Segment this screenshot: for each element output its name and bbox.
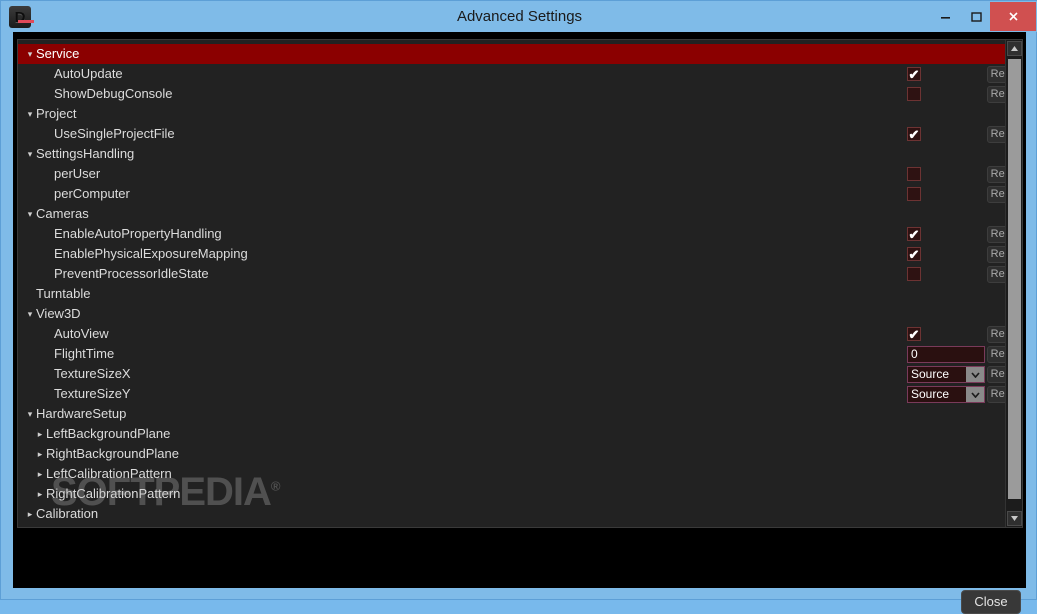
scroll-up-button[interactable] — [1007, 41, 1022, 56]
checkmark-icon: ✔ — [908, 246, 920, 262]
settings-row[interactable]: EnablePhysicalExposureMapping✔Reset — [18, 244, 1022, 264]
chevron-right-icon[interactable]: ▸ — [34, 464, 46, 484]
settings-row-label: UseSingleProjectFile — [54, 126, 175, 141]
settings-row-label: EnableAutoPropertyHandling — [54, 226, 222, 241]
scroll-down-button[interactable] — [1007, 511, 1022, 526]
chevron-right-icon[interactable]: ▸ — [34, 424, 46, 444]
settings-dropdown-value: Source — [911, 387, 950, 401]
settings-row[interactable]: TextureSizeYSourceReset — [18, 384, 1022, 404]
maximize-button[interactable] — [961, 2, 992, 31]
chevron-down-icon[interactable] — [966, 367, 984, 382]
chevron-down-icon[interactable]: ▾ — [24, 304, 36, 324]
settings-row-label: SettingsHandling — [36, 146, 135, 161]
settings-row[interactable]: ▾ SettingsHandling — [18, 144, 1006, 164]
settings-checkbox[interactable]: ✔ — [907, 327, 921, 341]
checkmark-icon: ✔ — [908, 226, 920, 242]
settings-row-label: Project — [36, 106, 77, 121]
chevron-right-icon[interactable]: ▸ — [34, 444, 46, 464]
settings-checkbox[interactable]: ✔ — [907, 247, 921, 261]
checkmark-icon: ✔ — [908, 326, 920, 342]
settings-row[interactable]: ▸ Calibration — [18, 504, 1006, 524]
settings-row[interactable]: AutoUpdate✔Reset — [18, 64, 1022, 84]
settings-dropdown-value: Source — [911, 367, 950, 381]
settings-row[interactable]: ▾ HardwareSetup — [18, 404, 1006, 424]
chevron-down-icon[interactable]: ▾ — [24, 44, 36, 64]
minimize-button[interactable] — [930, 2, 961, 31]
settings-row[interactable]: Turntable — [18, 284, 1006, 304]
settings-row[interactable]: TextureSizeXSourceReset — [18, 364, 1022, 384]
checkmark-icon: ✔ — [908, 66, 920, 82]
settings-row[interactable]: UseSingleProjectFile✔Reset — [18, 124, 1022, 144]
title-bar[interactable]: D Advanced Settings — [1, 1, 1037, 32]
settings-checkbox[interactable] — [907, 267, 921, 281]
close-icon — [1008, 12, 1018, 21]
settings-row[interactable]: ▾ Project — [18, 104, 1006, 124]
chevron-down-icon[interactable]: ▾ — [24, 104, 36, 124]
chevron-right-icon[interactable]: ▸ — [34, 484, 46, 504]
settings-checkbox[interactable]: ✔ — [907, 67, 921, 81]
settings-row-label: Cameras — [36, 206, 89, 221]
settings-row-label: EnablePhysicalExposureMapping — [54, 246, 248, 261]
settings-dropdown[interactable]: Source — [907, 366, 985, 383]
chevron-down-icon[interactable]: ▾ — [24, 144, 36, 164]
settings-dropdown[interactable]: Source — [907, 386, 985, 403]
caret-up-icon — [1011, 46, 1018, 51]
settings-checkbox[interactable]: ✔ — [907, 127, 921, 141]
settings-row-label: perComputer — [54, 186, 130, 201]
chevron-down-icon[interactable]: ▾ — [24, 404, 36, 424]
settings-row[interactable]: ▸ RightCalibrationPattern — [18, 484, 1006, 504]
chevron-down-icon[interactable]: ▾ — [24, 204, 36, 224]
maximize-icon — [971, 12, 982, 22]
settings-row[interactable]: AutoView✔Reset — [18, 324, 1022, 344]
settings-row[interactable]: EnableAutoPropertyHandling✔Reset — [18, 224, 1022, 244]
settings-row-label: Calibration — [36, 506, 99, 521]
settings-row-label: AutoView — [54, 326, 109, 341]
dialog-body: ▾ServiceAutoUpdate✔ResetShowDebugConsole… — [13, 32, 1026, 614]
settings-row[interactable]: ▸ RightBackgroundPlane — [18, 444, 1006, 464]
settings-row-label: TextureSizeY — [54, 386, 131, 401]
settings-checkbox[interactable]: ✔ — [907, 227, 921, 241]
settings-row[interactable]: ShowDebugConsoleReset — [18, 84, 1022, 104]
settings-row[interactable]: ▸ LeftCalibrationPattern — [18, 464, 1006, 484]
scrollbar-thumb[interactable] — [1008, 59, 1021, 499]
settings-text-input[interactable]: 0 — [907, 346, 985, 363]
settings-row-label: ShowDebugConsole — [54, 86, 173, 101]
minimize-icon — [941, 17, 950, 19]
window-title: Advanced Settings — [456, 8, 583, 25]
caret-down-icon — [1011, 516, 1018, 521]
settings-checkbox[interactable] — [907, 167, 921, 181]
settings-row-label: PreventProcessorIdleState — [54, 266, 209, 281]
settings-row-label: TextureSizeX — [54, 366, 131, 381]
advanced-settings-window: D Advanced Settings ▾ServiceAutoUpdate✔R… — [0, 0, 1037, 614]
settings-row[interactable]: ▾ Cameras — [18, 204, 1006, 224]
settings-row[interactable]: perUserReset — [18, 164, 1022, 184]
vertical-scrollbar[interactable] — [1005, 40, 1022, 527]
settings-tree-rows: ▾ServiceAutoUpdate✔ResetShowDebugConsole… — [18, 40, 1022, 527]
settings-row-label: RightCalibrationPattern — [46, 486, 181, 501]
settings-checkbox[interactable] — [907, 87, 921, 101]
settings-row-label: LeftCalibrationPattern — [46, 466, 172, 481]
settings-row-label: Service — [36, 46, 80, 61]
settings-row[interactable]: ▸ LeftBackgroundPlane — [18, 424, 1006, 444]
settings-tree-panel[interactable]: ▾ServiceAutoUpdate✔ResetShowDebugConsole… — [17, 39, 1023, 528]
settings-row-label: View3D — [36, 306, 81, 321]
settings-row-label: Turntable — [36, 286, 91, 301]
settings-row[interactable]: PreventProcessorIdleStateReset — [18, 264, 1022, 284]
close-button[interactable]: Close — [961, 590, 1021, 614]
settings-row-label: FlightTime — [54, 346, 115, 361]
settings-row-label: AutoUpdate — [54, 66, 123, 81]
checkmark-icon: ✔ — [908, 126, 920, 142]
settings-row-label: HardwareSetup — [36, 406, 127, 421]
settings-checkbox[interactable] — [907, 187, 921, 201]
settings-row[interactable]: ▾ View3D — [18, 304, 1006, 324]
settings-row-label: perUser — [54, 166, 101, 181]
chevron-right-icon[interactable]: ▸ — [24, 504, 36, 524]
settings-row-label: LeftBackgroundPlane — [46, 426, 171, 441]
close-window-button[interactable] — [990, 2, 1036, 31]
settings-row[interactable]: perComputerReset — [18, 184, 1022, 204]
settings-row[interactable]: FlightTime0Reset — [18, 344, 1022, 364]
settings-row-label: RightBackgroundPlane — [46, 446, 179, 461]
chevron-down-icon[interactable] — [966, 387, 984, 402]
settings-row[interactable]: ▾ Service — [18, 44, 1006, 64]
